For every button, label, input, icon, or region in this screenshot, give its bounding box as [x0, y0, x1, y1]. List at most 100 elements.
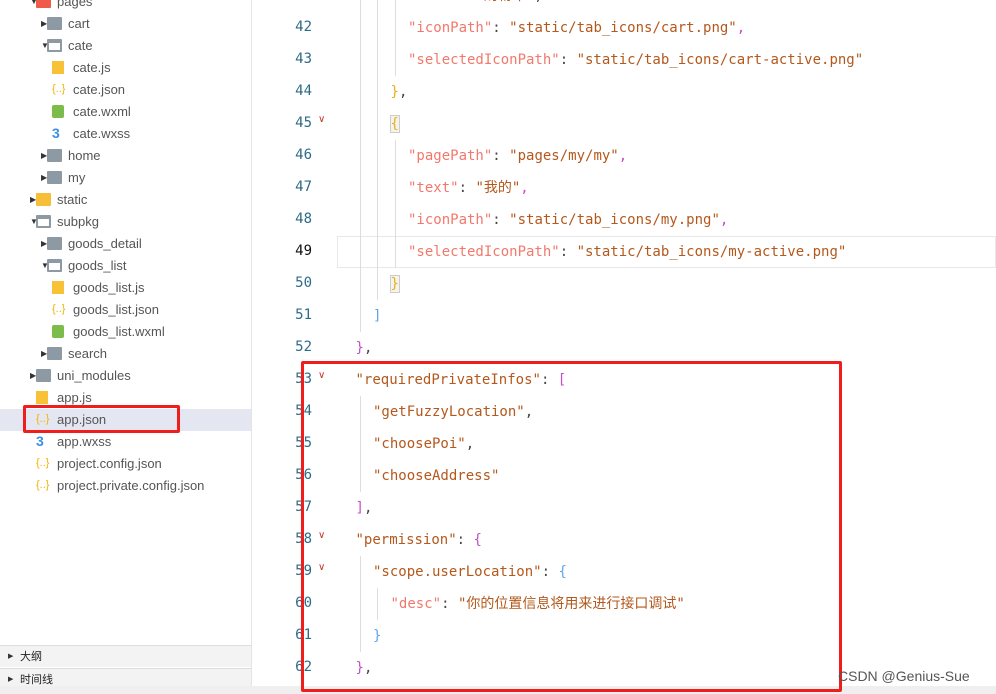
code-line[interactable]: "iconPath": "static/tab_icons/my.png",: [408, 204, 728, 236]
tree-item[interactable]: ▶ cart: [0, 13, 251, 35]
tree-item-label: cate.wxss: [73, 126, 131, 141]
indent-guide: [377, 44, 378, 76]
json-file-icon: {..}: [52, 303, 66, 315]
indent-guide: [377, 268, 378, 300]
tree-item-label: app.wxss: [57, 434, 112, 449]
tree-item[interactable]: {..} project.config.json: [0, 453, 251, 475]
wxml-file-icon: [52, 105, 64, 118]
highlight-box-app-json: [23, 405, 180, 433]
js-file-icon: [52, 281, 64, 294]
line-number: 47: [295, 179, 312, 195]
code-line[interactable]: "text": "我的",: [408, 172, 529, 204]
code-token: "static/tab_icons/my-active.png": [576, 244, 847, 260]
code-line[interactable]: "text": "购物车",: [408, 0, 543, 12]
indent-guide: [394, 12, 396, 44]
tree-item[interactable]: ▶ search: [0, 343, 251, 365]
tree-item-label: goods_list.wxml: [73, 324, 165, 339]
line-number: 51: [295, 307, 312, 323]
tree-item-label: uni_modules: [57, 368, 131, 383]
tree-item-label: static: [57, 192, 88, 207]
css-file-icon: 3: [52, 125, 60, 141]
indent-guide: [377, 140, 378, 172]
indent-guide: [377, 76, 378, 108]
code-line[interactable]: ]: [373, 300, 381, 332]
indent-guide: [359, 0, 361, 12]
code-token: }: [355, 340, 364, 356]
code-token: ,: [736, 20, 746, 36]
line-number: 45: [295, 115, 312, 131]
tree-item[interactable]: ▶ uni_modules: [0, 365, 251, 387]
tree-item[interactable]: ▶ goods_detail: [0, 233, 251, 255]
code-line[interactable]: },: [391, 76, 408, 108]
tree-item[interactable]: cate.wxml: [0, 101, 251, 123]
tree-item[interactable]: {..} cate.json: [0, 79, 251, 101]
folder-icon: [47, 237, 62, 250]
line-number: 43: [295, 51, 312, 67]
tree-item[interactable]: ▶ home: [0, 145, 251, 167]
indent-guide: [394, 236, 396, 268]
tree-item-label: project.config.json: [57, 456, 162, 471]
code-line[interactable]: "selectedIconPath": "static/tab_icons/ca…: [408, 44, 863, 76]
code-token: ,: [534, 0, 542, 4]
code-token: ,: [363, 340, 373, 356]
fold-chevron-icon[interactable]: ∨: [318, 114, 325, 125]
code-token: ]: [373, 308, 382, 324]
tree-item[interactable]: 3 app.wxss: [0, 431, 251, 453]
file-explorer: ▼ pages ▶ cart ▼ cate cate.js {..} cate.json cate…: [0, 0, 252, 694]
indent-guide: [359, 204, 361, 236]
tree-item[interactable]: ▼ goods_list: [0, 255, 251, 277]
code-line[interactable]: }: [389, 268, 400, 300]
panel-label: 大纲: [20, 651, 42, 663]
tree-item[interactable]: goods_list.js: [0, 277, 251, 299]
tree-item-label: cate.js: [73, 60, 111, 75]
watermark: CSDN @Genius-Sue: [838, 668, 970, 684]
json-file-icon: {..}: [36, 457, 50, 469]
folder-open-icon: [47, 259, 62, 272]
tree-item-label: goods_list.js: [73, 280, 145, 295]
tree-item[interactable]: ▶ my: [0, 167, 251, 189]
tree-item[interactable]: ▼ subpkg: [0, 211, 251, 233]
tree-item[interactable]: ▼ pages: [0, 0, 251, 13]
tree-item-label: subpkg: [57, 214, 99, 229]
panel-0[interactable]: ▶ 大纲: [0, 645, 251, 667]
code-token: "static/tab_icons/cart.png": [509, 20, 737, 36]
code-line[interactable]: {: [389, 108, 400, 140]
tree-item-label: cate: [68, 38, 93, 53]
code-line[interactable]: },: [356, 332, 373, 364]
code-token: }: [390, 84, 399, 100]
indent-guide: [377, 204, 378, 236]
tree-item[interactable]: cate.js: [0, 57, 251, 79]
code-token: "iconPath": [408, 20, 493, 36]
code-token: ,: [398, 84, 408, 100]
chevron-right-icon: ▶: [8, 653, 14, 660]
code-token: {: [389, 115, 400, 133]
tree-item[interactable]: 3 cate.wxss: [0, 123, 251, 145]
folder-icon: [36, 369, 51, 382]
panel-label: 时间线: [20, 674, 53, 686]
indent-guide: [377, 108, 378, 140]
code-line[interactable]: "iconPath": "static/tab_icons/cart.png",: [408, 12, 745, 44]
folder-icon: [47, 149, 62, 162]
line-number: 44: [295, 83, 312, 99]
folder-open-icon: [36, 215, 51, 228]
line-number: 50: [295, 275, 312, 291]
code-token: :: [492, 212, 510, 228]
indent-guide: [359, 108, 361, 140]
indent-guide: [394, 204, 396, 236]
tree-item[interactable]: ▶ static: [0, 189, 251, 211]
indent-guide: [377, 12, 378, 44]
indent-guide: [394, 44, 396, 76]
tree-item[interactable]: {..} project.private.config.json: [0, 475, 251, 497]
code-line[interactable]: "selectedIconPath": "static/tab_icons/my…: [408, 236, 846, 268]
line-number: 42: [295, 19, 312, 35]
code-line[interactable]: "pagePath": "pages/my/my",: [408, 140, 627, 172]
highlight-box-code: [301, 361, 842, 692]
indent-guide: [394, 140, 396, 172]
tree-item-label: cate.json: [73, 82, 126, 97]
tree-item-label: cart: [68, 16, 90, 31]
code-token: :: [459, 0, 476, 4]
tree-item[interactable]: {..} goods_list.json: [0, 299, 251, 321]
indent-guide: [359, 172, 361, 204]
tree-item[interactable]: goods_list.wxml: [0, 321, 251, 343]
tree-item[interactable]: ▼ cate: [0, 35, 251, 57]
